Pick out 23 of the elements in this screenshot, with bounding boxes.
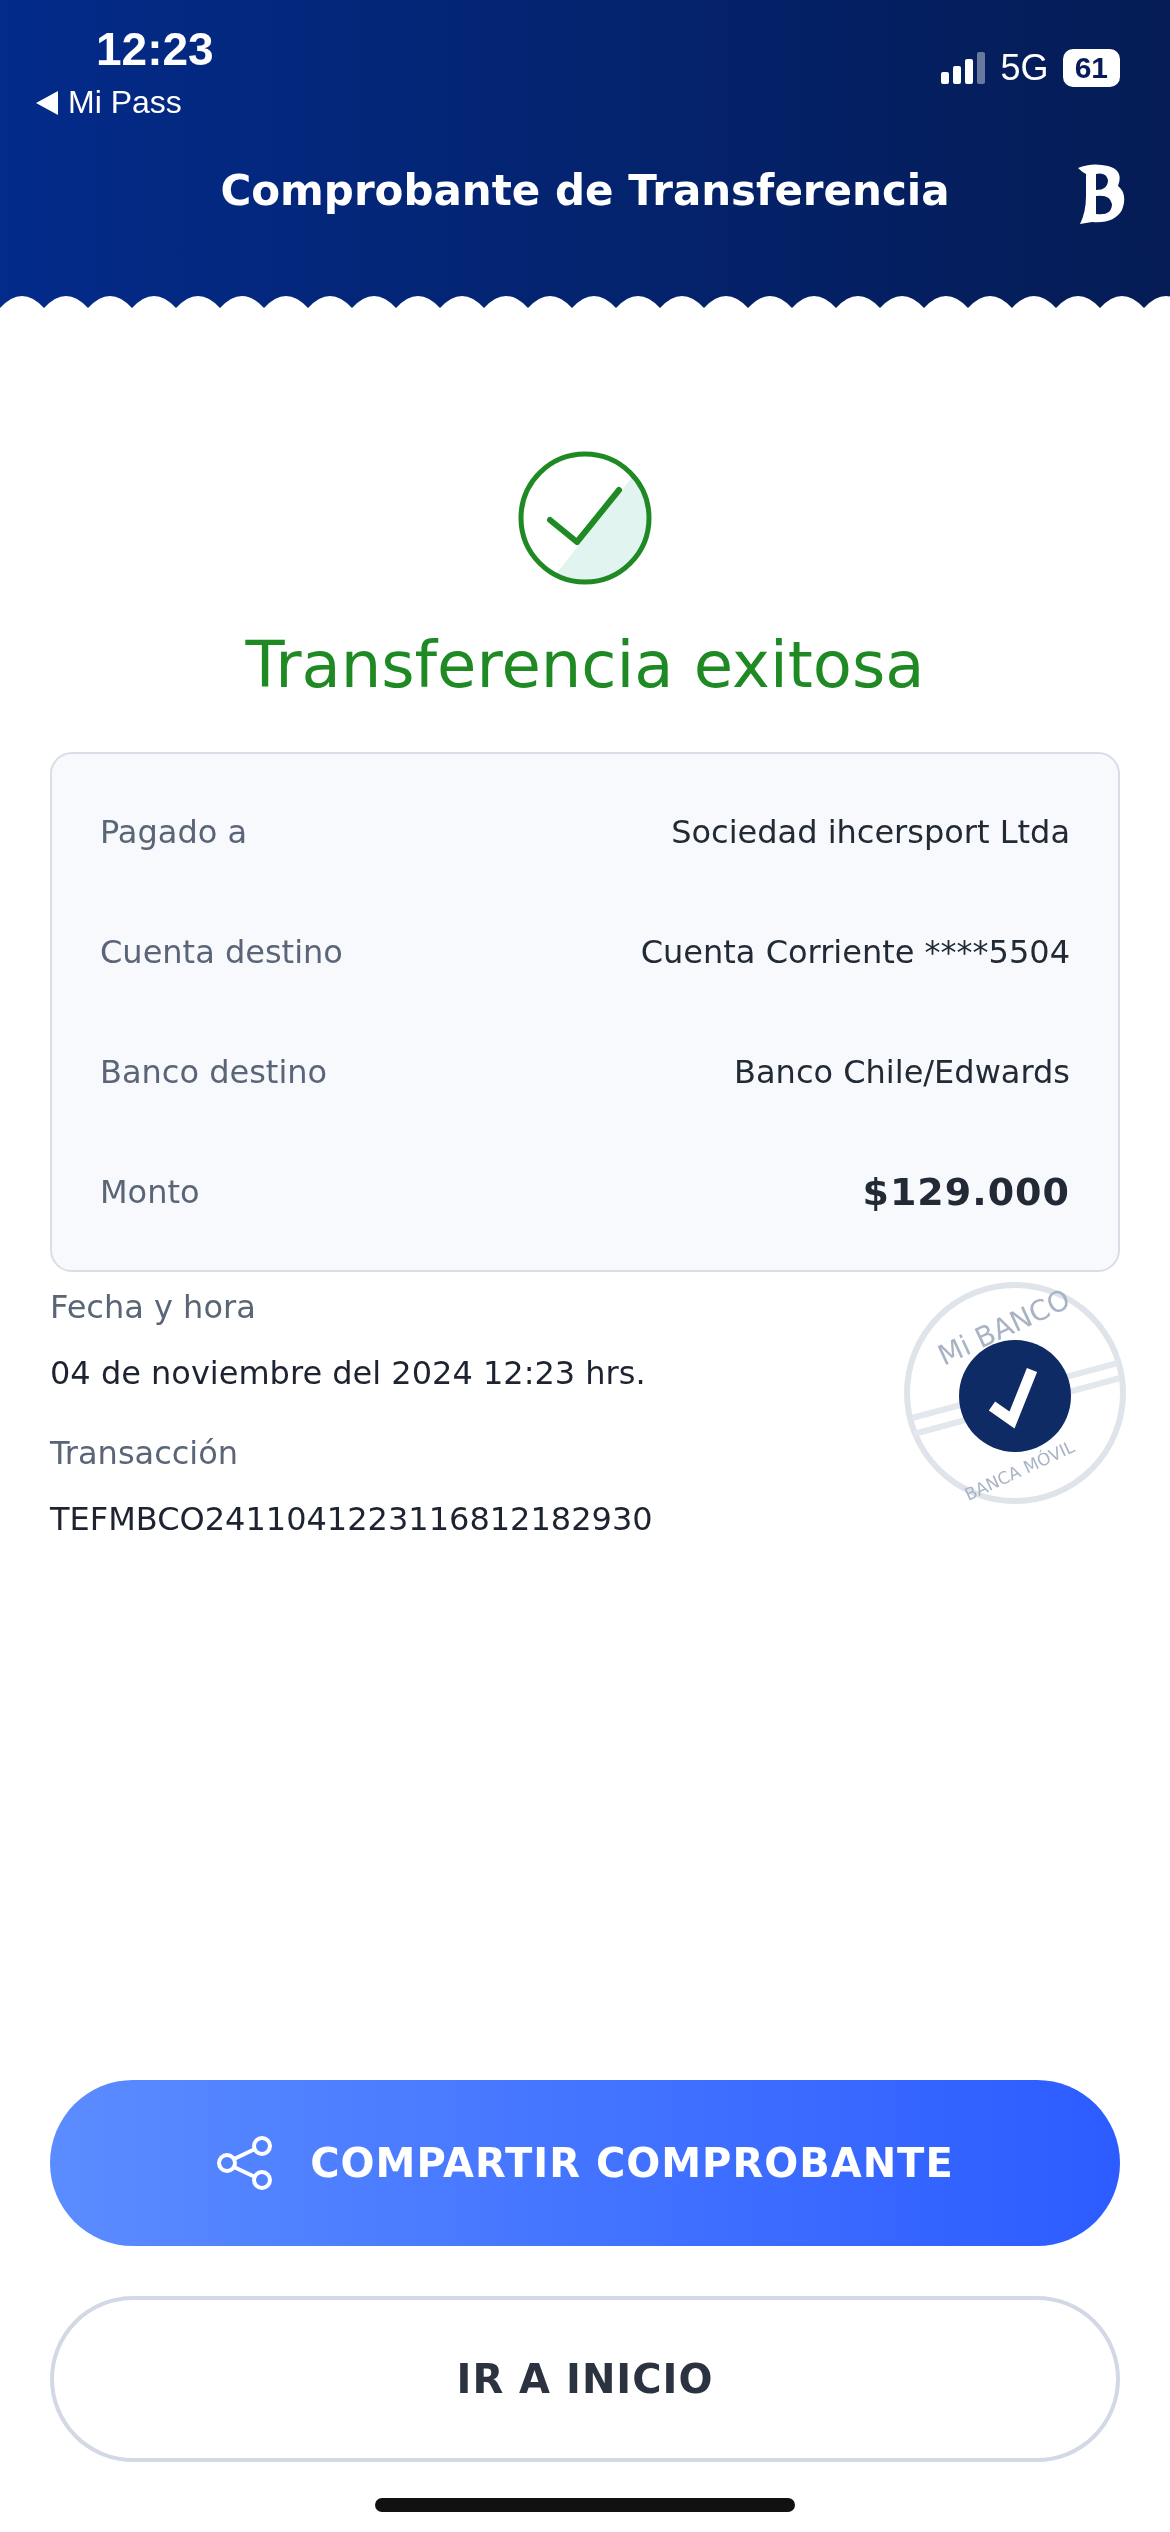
info-value: TEFMBCO2411041223116812182930 — [50, 1500, 653, 1538]
detail-label: Cuenta destino — [100, 933, 343, 971]
battery-level: 61 — [1062, 49, 1120, 87]
amount-value: $129.000 — [862, 1170, 1070, 1214]
back-app-link[interactable]: Mi Pass — [68, 84, 182, 121]
detail-label: Banco destino — [100, 1053, 328, 1091]
status-time: 12:23 — [96, 22, 214, 76]
info-label: Fecha y hora — [50, 1288, 257, 1326]
info-label: Transacción — [50, 1434, 240, 1472]
detail-value: Banco Chile/Edwards — [734, 1053, 1070, 1091]
signal-icon — [940, 52, 987, 84]
share-button[interactable]: COMPARTIR COMPROBANTE — [50, 2080, 1120, 2246]
share-icon — [216, 2136, 275, 2190]
network-label: 5G — [1000, 47, 1049, 89]
screen-title: Comprobante de Transferencia — [220, 165, 950, 215]
info-value: 04 de noviembre del 2024 12:23 hrs. — [50, 1354, 647, 1392]
success-title: Transferencia exitosa — [245, 628, 925, 702]
detail-label: Monto — [100, 1173, 200, 1211]
back-triangle-icon — [36, 90, 58, 115]
detail-value: Sociedad ihcersport Ltda — [671, 813, 1070, 851]
home-button[interactable]: IR A INICIO — [50, 2296, 1120, 2462]
detail-label: Pagado a — [100, 813, 248, 851]
detail-value: Cuenta Corriente ****5504 — [640, 933, 1070, 971]
